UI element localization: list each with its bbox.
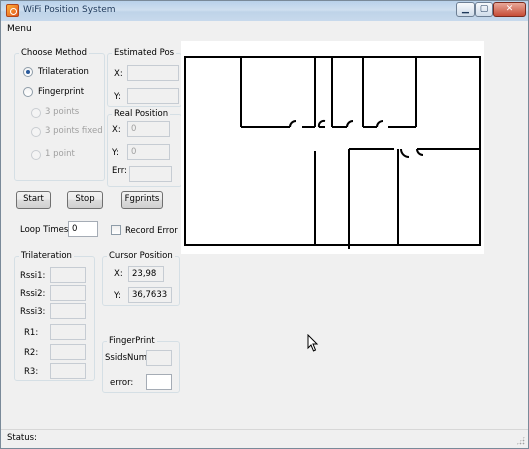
maximize-button[interactable]: ▢ [475, 2, 493, 17]
menu-bar: Menu [1, 21, 528, 39]
resize-grip-icon[interactable] [516, 436, 525, 445]
mouse-cursor-icon [307, 334, 319, 352]
menu-item-menu[interactable]: Menu [7, 24, 32, 34]
one-point-label[interactable]: 1 point [45, 149, 75, 159]
r2-label: R2: [24, 348, 39, 358]
estimated-pos-title: Estimated Pos [112, 48, 177, 58]
r3-label: R3: [24, 367, 39, 377]
trilateration-radio-label[interactable]: Trilateration [38, 67, 89, 77]
estimated-x-field [127, 65, 179, 81]
app-icon [6, 4, 19, 17]
rssi2-field [50, 285, 86, 301]
choose-method-title: Choose Method [19, 48, 89, 58]
main-window: WiFi Position System ▁ ▢ ✕ Menu Choose M… [0, 0, 529, 449]
record-error-checkbox[interactable] [111, 225, 121, 235]
status-label: Status: [7, 433, 37, 443]
title-bar[interactable]: WiFi Position System ▁ ▢ ✕ [1, 1, 528, 21]
real-err-label: Err: [112, 166, 127, 176]
error-label: error: [110, 378, 134, 388]
rssi1-field [50, 267, 86, 283]
loop-times-label: Loop Times: [20, 225, 72, 235]
rssi1-label: Rssi1: [20, 271, 46, 281]
door-3 [346, 120, 354, 128]
ssids-num-field [146, 350, 172, 366]
close-button[interactable]: ✕ [493, 2, 526, 17]
stop-button[interactable]: Stop [67, 191, 103, 209]
minimize-button[interactable]: ▁ [456, 2, 475, 17]
floor-plan-canvas[interactable] [181, 41, 484, 254]
three-points-label[interactable]: 3 points [45, 107, 79, 117]
rssi3-field [50, 303, 86, 319]
estimated-y-label: Y: [114, 92, 121, 102]
real-y-label: Y: [112, 148, 119, 158]
estimated-y-field [127, 88, 179, 104]
real-position-title: Real Position [112, 109, 171, 119]
r2-field [50, 344, 86, 360]
r1-label: R1: [24, 328, 39, 338]
real-y-field[interactable]: 0 [127, 144, 170, 160]
cursor-y-label: Y: [114, 291, 121, 301]
fingerprint-radio-label[interactable]: Fingerprint [38, 87, 84, 97]
real-err-field [129, 166, 172, 182]
three-points-fixed-label[interactable]: 3 points fixed [45, 126, 103, 136]
fingerprint-radio[interactable] [23, 87, 33, 97]
three-points-fixed-radio[interactable] [31, 127, 41, 137]
trilateration-group-title: Trilateration [19, 251, 74, 261]
fgprints-button[interactable]: Fgprints [121, 191, 163, 209]
trilateration-radio[interactable] [23, 67, 33, 77]
loop-times-input[interactable]: 0 [68, 221, 98, 237]
ssids-num-label: SsidsNum: [105, 353, 150, 363]
rssi2-label: Rssi2: [20, 289, 46, 299]
door-5 [400, 148, 410, 158]
three-points-radio[interactable] [31, 108, 41, 118]
cursor-x-field: 23,98 [128, 266, 164, 282]
cursor-position-title: Cursor Position [107, 251, 175, 261]
cursor-x-label: X: [114, 269, 123, 279]
start-button[interactable]: Start [16, 191, 51, 209]
record-error-label[interactable]: Record Error [125, 226, 178, 236]
status-bar: Status: [1, 429, 528, 448]
door-1 [289, 120, 297, 128]
estimated-x-label: X: [114, 69, 123, 79]
window-title: WiFi Position System [23, 5, 116, 15]
error-field[interactable] [146, 374, 172, 390]
floor-plan-drawing [184, 56, 481, 249]
door-4 [376, 120, 384, 128]
r3-field [50, 363, 86, 379]
real-x-field[interactable]: 0 [127, 121, 170, 137]
one-point-radio[interactable] [31, 150, 41, 160]
real-x-label: X: [112, 125, 121, 135]
fingerprint-group-title: FingerPrint [107, 336, 157, 346]
r1-field [50, 324, 86, 340]
cursor-y-field: 36,7633 [128, 287, 172, 303]
rssi3-label: Rssi3: [20, 307, 46, 317]
